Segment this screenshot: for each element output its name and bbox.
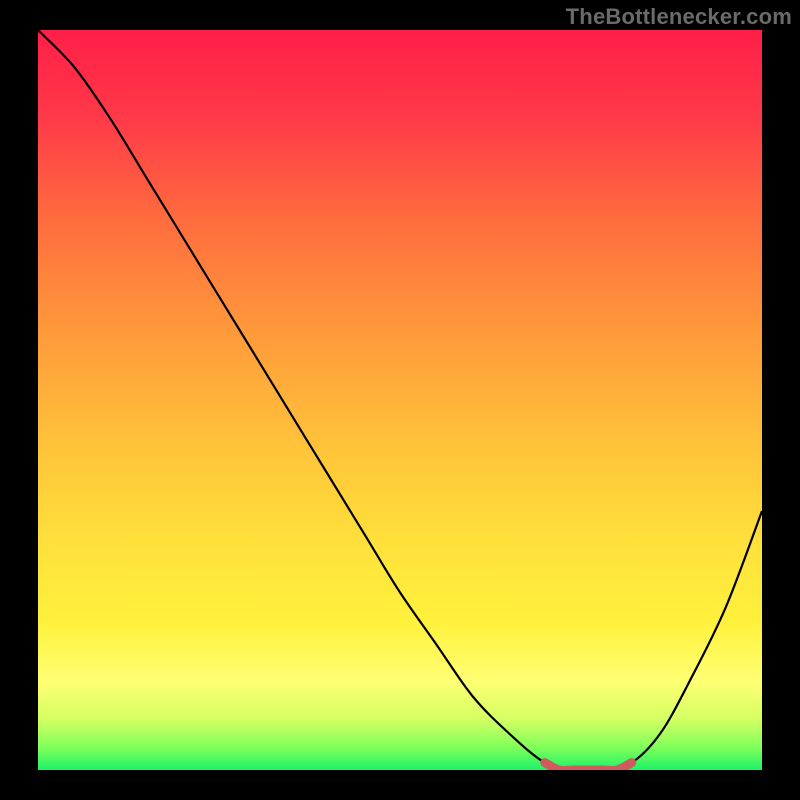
highlight-flat-bottom	[545, 763, 632, 770]
chart-container: TheBottlenecker.com	[0, 0, 800, 800]
curve-layer	[38, 30, 762, 770]
plot-area	[38, 30, 762, 770]
watermark-text: TheBottlenecker.com	[566, 4, 792, 30]
bottleneck-curve	[38, 30, 762, 770]
